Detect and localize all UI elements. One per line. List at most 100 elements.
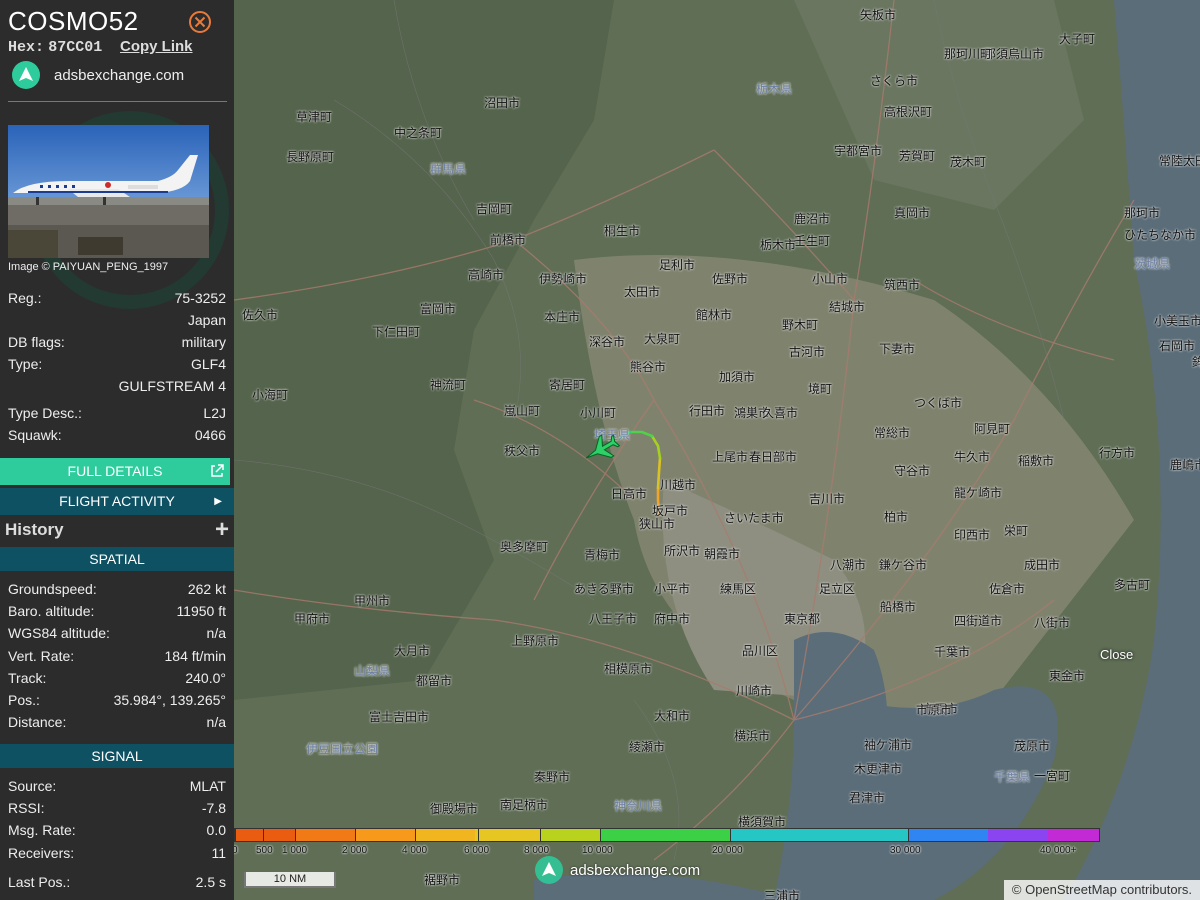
legend-label: 30 000: [890, 845, 921, 856]
city-label: 木更津市: [854, 762, 903, 776]
city-label: 高崎市: [468, 268, 505, 282]
city-label: 横浜市: [734, 729, 771, 743]
plus-icon[interactable]: +: [215, 516, 229, 544]
city-label: 八潮市: [830, 558, 867, 572]
detail-row: GULFSTREAM 4: [8, 378, 226, 398]
city-label: 船橋市: [880, 600, 917, 614]
detail-row-value: GULFSTREAM 4: [118, 378, 226, 394]
city-label: つくば市: [914, 396, 963, 410]
detail-row-key: Squawk:: [8, 427, 62, 443]
city-label: 奥多摩町: [500, 540, 549, 554]
city-label: 龍ケ崎市: [954, 486, 1003, 500]
city-label: 嵐山町: [504, 404, 541, 418]
map-brand: adsbexchange.com: [534, 855, 700, 885]
city-label: 那珂川町: [944, 47, 993, 61]
spatial-header: SPATIAL: [0, 547, 234, 571]
spatial-row-value: 35.984°, 139.265°: [113, 692, 226, 708]
city-label: 東京都: [784, 612, 821, 626]
city-label: 袖ケ浦市: [864, 738, 913, 752]
city-label: 吉川市: [809, 492, 846, 506]
aircraft-marker-icon[interactable]: [580, 433, 620, 467]
city-label: 一宮町: [1034, 769, 1071, 783]
history-label: History: [5, 520, 64, 539]
detail-row-value: GLF4: [190, 356, 226, 372]
city-label: 富岡市: [420, 302, 457, 316]
city-label: あきる野市: [574, 582, 634, 596]
map-view[interactable]: 矢板市 さくら市 那須烏山市 那珂川町 大子町 沼田市 草津町 中之条町 長野原町 宇都宮市 高根沢…: [234, 0, 1200, 900]
spatial-row: Pos.: 35.984°, 139.265°: [8, 692, 226, 712]
city-label: 柏市: [884, 510, 909, 524]
brand-link[interactable]: adsbexchange.com: [12, 61, 184, 89]
hex-label: Hex:: [8, 39, 45, 56]
detail-row-value: L2J: [203, 405, 226, 421]
city-label: 鹿嶋市: [1170, 458, 1200, 472]
city-label: 草津町: [296, 110, 333, 124]
city-label: 小美玉市: [1154, 314, 1200, 328]
detail-row: Type Desc.: L2J: [8, 405, 226, 425]
city-label: 太田市: [624, 285, 661, 299]
city-label: 大和市: [654, 709, 691, 723]
city-label: 所沢市: [664, 544, 701, 558]
city-label: 佐倉市: [989, 582, 1026, 596]
city-label: 鉾田市: [1192, 355, 1200, 369]
city-label: さくら市: [870, 74, 919, 88]
adsbexchange-logo-icon: [535, 856, 563, 884]
city-label: 府中市: [654, 612, 691, 626]
city-label: 甲府市: [294, 612, 331, 626]
full-details-label: FULL DETAILS: [67, 463, 163, 479]
close-icon[interactable]: [188, 10, 212, 34]
city-label: 足立区: [819, 582, 856, 596]
detail-row-key: DB flags:: [8, 334, 65, 350]
detail-row: Reg.: 75-3252: [8, 290, 226, 310]
spatial-row-key: Baro. altitude:: [8, 603, 95, 619]
signal-row-value: 11: [211, 845, 226, 861]
signal-row-key: Receivers:: [8, 845, 75, 861]
detail-row: Squawk: 0466: [8, 427, 226, 447]
city-label: 東金市: [1049, 669, 1086, 683]
city-label: 高根沢町: [884, 105, 933, 119]
spatial-row: Track: 240.0°: [8, 670, 226, 690]
city-label: 那須烏山市: [984, 47, 1045, 61]
city-label: 吉岡町: [476, 202, 513, 216]
city-label: 伊勢崎市: [539, 272, 588, 286]
aircraft-photo[interactable]: [8, 125, 209, 258]
scale-bar: 10 NM: [244, 872, 336, 888]
city-label: 結城市: [829, 300, 866, 314]
city-label: 小海町: [252, 388, 289, 402]
city-label: 足利市: [659, 258, 696, 272]
copy-link[interactable]: Copy Link: [120, 38, 193, 55]
map-brand-name: adsbexchange.com: [570, 861, 701, 879]
divider: [8, 101, 227, 102]
city-label: 小山市: [812, 272, 849, 286]
map-attribution[interactable]: © OpenStreetMap contributors.: [1003, 880, 1200, 900]
spatial-row-key: Vert. Rate:: [8, 648, 75, 664]
legend-label: 20 000: [712, 845, 743, 856]
city-label: 館林市: [696, 308, 733, 322]
spatial-row-key: Pos.:: [8, 692, 40, 708]
city-label: 上尾市: [712, 450, 749, 464]
signal-row-key: RSSI:: [8, 800, 45, 816]
city-label: 御殿場市: [430, 802, 479, 816]
city-label: 行田市: [689, 404, 726, 418]
close-map-label[interactable]: Close: [1100, 647, 1133, 662]
city-label: 秩父市: [504, 444, 541, 458]
spatial-row-value: n/a: [206, 714, 226, 730]
city-label: 栃木市: [760, 238, 797, 252]
signal-header: SIGNAL: [0, 744, 234, 768]
city-label: 野木町: [782, 318, 819, 332]
city-label: 本庄市: [544, 310, 581, 324]
city-label: 練馬区: [720, 582, 757, 596]
city-label: 千葉市: [934, 645, 971, 659]
caret-right-icon: ▶: [214, 496, 222, 507]
full-details-button[interactable]: FULL DETAILS: [0, 458, 230, 485]
city-label: 熊谷市: [630, 360, 667, 374]
city-label: 都留市: [416, 674, 453, 688]
city-label: 四街道市: [954, 614, 1003, 628]
detail-row: Type: GLF4: [8, 356, 226, 376]
city-label: 三浦市: [764, 889, 801, 900]
city-label: 神奈川県: [614, 799, 663, 813]
history-toggle[interactable]: History +: [0, 516, 234, 544]
city-label: 栃木県: [756, 82, 793, 96]
city-label: 川崎市: [736, 684, 773, 698]
flight-activity-button[interactable]: FLIGHT ACTIVITY ▶: [0, 488, 234, 515]
